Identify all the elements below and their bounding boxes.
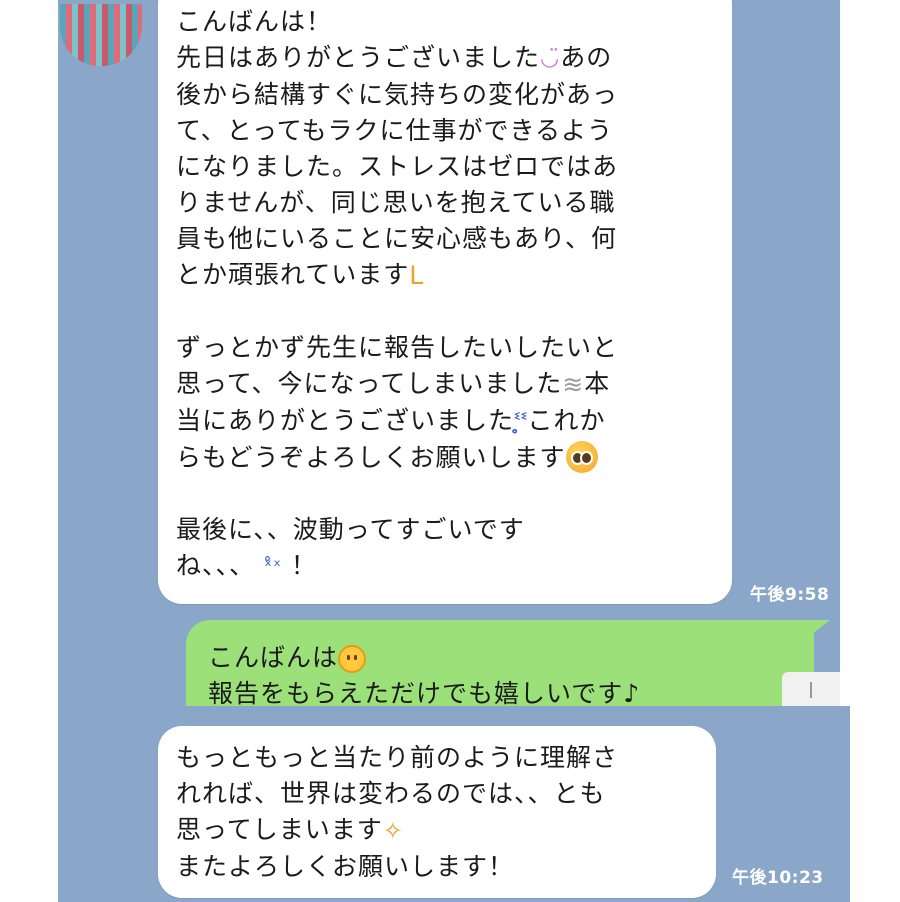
sent-message-bubble[interactable]: こんばんは 報告をもらえただけでも嬉しいです♪ xyxy=(186,620,814,706)
avatar[interactable] xyxy=(60,4,142,66)
message-line: 報告をもらえただけでも嬉しいです♪ xyxy=(208,679,641,706)
message-line: 員も他にいることに安心感もあり、何 xyxy=(176,224,618,253)
message-timestamp: 午後10:23 xyxy=(732,868,824,888)
message-line: 後から結構すぐに気持ちの変化があっ xyxy=(176,80,619,109)
smiling-face-icon xyxy=(338,645,367,673)
message-line: こんばんは！ xyxy=(176,7,333,36)
dash-puff-icon: ≋ xyxy=(562,370,585,399)
smiling-eyes-icon: ◡̈ xyxy=(540,46,561,71)
message-line: ！ xyxy=(290,551,317,580)
received-message-bubble[interactable]: もっともっと当たり前のように理解さ れれば、世界は変わるのでは、、とも 思ってし… xyxy=(158,726,716,898)
message-line: あの xyxy=(560,43,613,72)
flexed-biceps-icon: ᒪ xyxy=(409,261,425,290)
chat-panel-bottom: もっともっと当たり前のように理解さ れれば、世界は変わるのでは、、とも 思ってし… xyxy=(58,706,850,902)
chat-panel-top: こんばんは！ 先日はありがとうございました◡̈あの 後から結構すぐに気持ちの変化… xyxy=(58,0,840,706)
message-timestamp: 午後9:58 xyxy=(750,585,830,605)
message-line: らもどうぞよろしくお願いします xyxy=(176,443,566,472)
scroll-down-button[interactable] xyxy=(782,672,840,706)
astonished-face-icon: ˣ̊ˣ xyxy=(263,556,282,577)
message-line: こんばんは xyxy=(208,643,339,672)
message-line: もっともっと当たり前のように理解さ xyxy=(176,743,619,772)
message-line: て、とってもラクに仕事ができるよう xyxy=(176,116,614,145)
message-line: 最後に、、波動ってすごいです xyxy=(176,515,525,544)
message-line: 先日はありがとうございました xyxy=(176,43,541,72)
crying-face-icon: ᓫ̥̥̥ᓫ xyxy=(514,409,528,434)
sparkles-icon: ✧ xyxy=(382,817,404,845)
message-line: 思ってしまいます xyxy=(176,815,383,844)
message-line: ね、、、 xyxy=(176,551,256,580)
message-line: これか xyxy=(527,406,606,435)
received-message-bubble[interactable]: こんばんは！ 先日はありがとうございました◡̈あの 後から結構すぐに気持ちの変化… xyxy=(158,0,732,604)
pleading-face-icon xyxy=(565,441,598,473)
sent-bubble-tail-point xyxy=(812,620,830,634)
message-line: りませんが、同じ思いを抱えている職 xyxy=(176,188,616,217)
message-line: ずっとかず先生に報告したいしたいと xyxy=(176,333,619,362)
message-line: 本 xyxy=(584,369,611,398)
message-line: になりました。ストレスはゼロではあ xyxy=(176,152,619,181)
message-line: またよろしくお願いします！ xyxy=(176,852,515,881)
message-line: とか頑張れています xyxy=(176,260,410,289)
message-line: 思って、今になってしまいました xyxy=(176,369,563,398)
message-line: 当にありがとうございました xyxy=(176,406,515,435)
message-line: れれば、世界は変わるのでは、、とも xyxy=(176,779,606,808)
